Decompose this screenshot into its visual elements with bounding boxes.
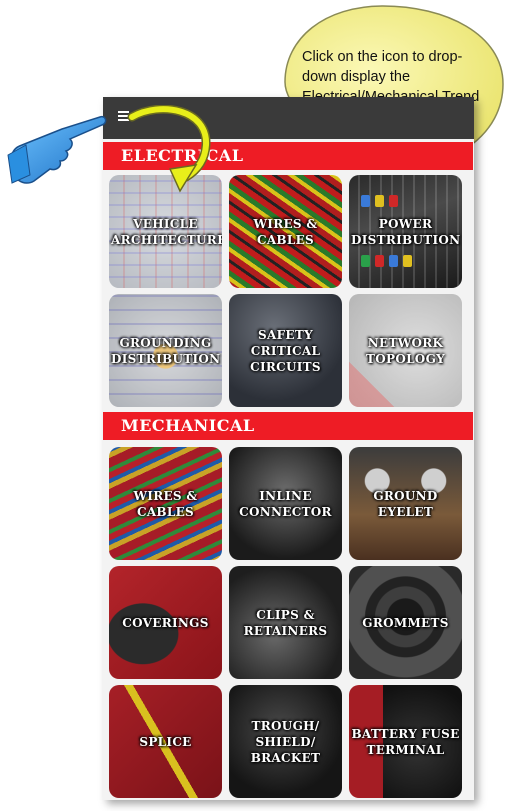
tile-label: INLINE CONNECTOR [239, 488, 332, 519]
tile-label: NETWORK TOPOLOGY [366, 335, 445, 366]
tile-label: SPLICE [139, 734, 192, 749]
mechanical-section-title: MECHANICAL [121, 416, 255, 435]
tile-network-topology[interactable]: NETWORK TOPOLOGY [349, 294, 462, 407]
tile-grommets[interactable]: GROMMETS [349, 566, 462, 679]
tile-grounding-distribution[interactable]: GROUNDING DISTRIBUTION [109, 294, 222, 407]
tile-label: VEHICLE ARCHITECTURE [111, 216, 222, 247]
tile-label: GROMMETS [362, 615, 449, 630]
tile-wires-cables-electrical[interactable]: WIRES & CABLES [229, 175, 342, 288]
tile-label: SAFETY CRITICAL CIRCUITS [250, 327, 321, 374]
tile-coverings[interactable]: COVERINGS [109, 566, 222, 679]
tile-power-distribution[interactable]: POWER DISTRIBUTION [349, 175, 462, 288]
tile-label: BATTERY FUSE TERMINAL [351, 726, 460, 757]
tile-ground-eyelet[interactable]: GROUND EYELET [349, 447, 462, 560]
tile-label: CLIPS & RETAINERS [243, 607, 328, 638]
mechanical-section-header: MECHANICAL [103, 412, 473, 440]
tile-label: POWER DISTRIBUTION [351, 216, 461, 247]
tile-clips-retainers[interactable]: CLIPS & RETAINERS [229, 566, 342, 679]
tile-label: WIRES & CABLES [133, 488, 198, 519]
tile-label: TROUGH/ SHIELD/ BRACKET [250, 718, 321, 765]
tile-label: GROUNDING DISTRIBUTION [111, 335, 221, 366]
tile-inline-connector[interactable]: INLINE CONNECTOR [229, 447, 342, 560]
tile-label: COVERINGS [122, 615, 209, 630]
curved-arrow-icon [127, 105, 211, 193]
tile-wires-cables-mechanical[interactable]: WIRES & CABLES [109, 447, 222, 560]
tile-trough-shield-bracket[interactable]: TROUGH/ SHIELD/ BRACKET [229, 685, 342, 798]
tile-safety-critical-circuits[interactable]: SAFETY CRITICAL CIRCUITS [229, 294, 342, 407]
tile-label: WIRES & CABLES [253, 216, 318, 247]
tile-battery-fuse-terminal[interactable]: BATTERY FUSE TERMINAL [349, 685, 462, 798]
tile-label: GROUND EYELET [373, 488, 438, 519]
pointing-hand-icon [7, 115, 107, 184]
tile-splice[interactable]: SPLICE [109, 685, 222, 798]
